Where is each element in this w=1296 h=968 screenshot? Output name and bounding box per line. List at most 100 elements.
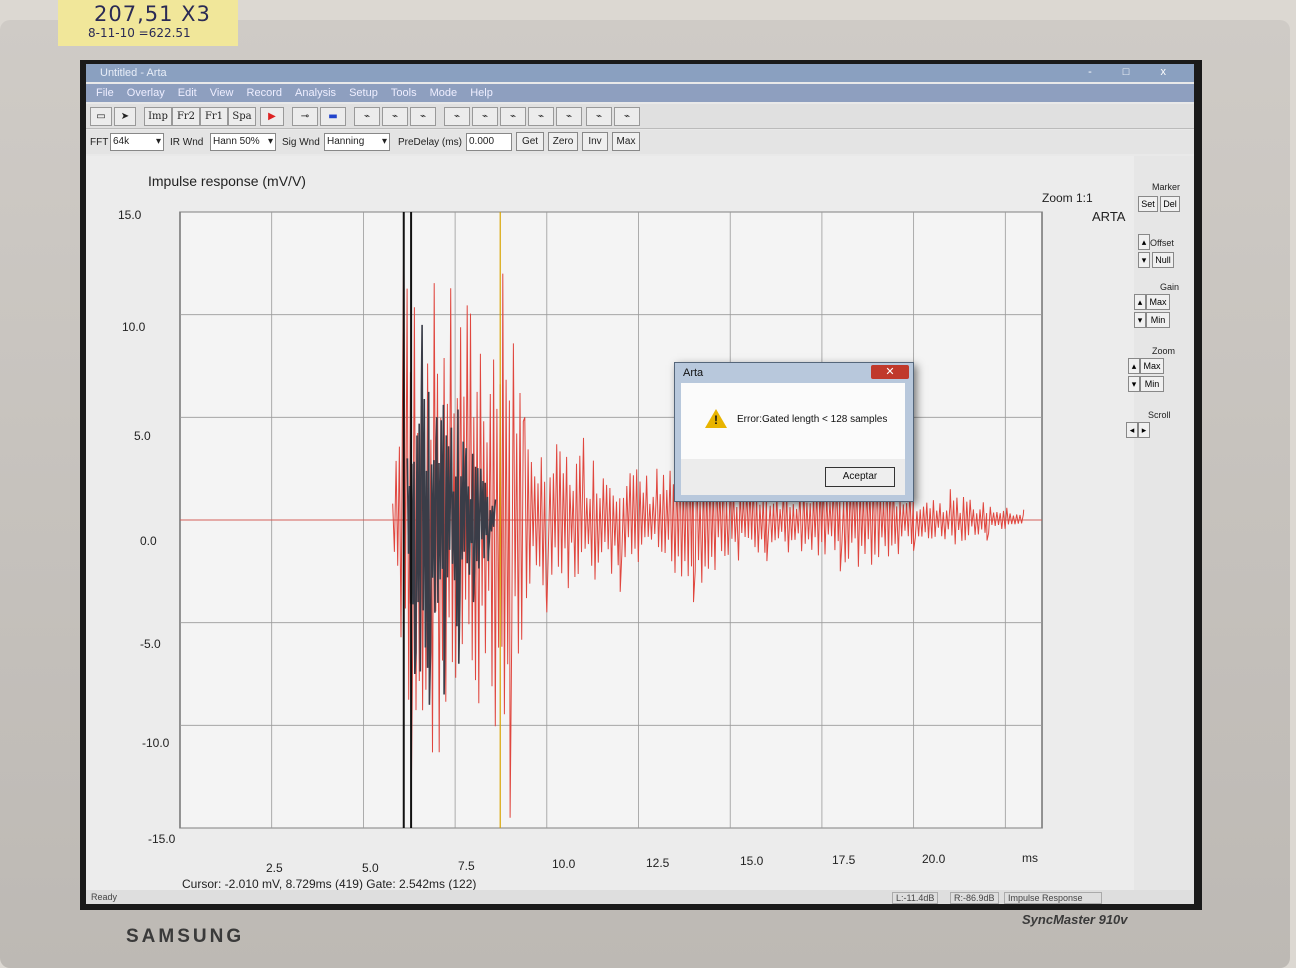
bb-icon[interactable]: ⌁	[556, 107, 582, 126]
offset-up-button[interactable]: ▴	[1138, 234, 1150, 250]
rev-icon[interactable]: ⌁	[500, 107, 526, 126]
side-panel: Marker Set Del ▴ Offset ▾ Null Gain ▴ Ma…	[1126, 156, 1194, 904]
open-icon[interactable]: ▭	[90, 107, 112, 126]
menu-file[interactable]: File	[96, 87, 114, 99]
chevron-down-icon: ▾	[381, 136, 387, 147]
y-tick-label: -5.0	[140, 637, 161, 651]
zero-button[interactable]: Zero	[548, 132, 578, 151]
impulse-chart[interactable]	[86, 156, 1134, 904]
generator-icon[interactable]: ⊸	[292, 107, 318, 126]
status-bar: Ready L:-11.4dB R:-86.9dB Impulse Respon…	[86, 890, 1194, 904]
imp-button[interactable]: Imp	[144, 107, 172, 126]
menu-record[interactable]: Record	[247, 87, 282, 99]
pointer-icon[interactable]: ➤	[114, 107, 136, 126]
inv-button[interactable]: Inv	[582, 132, 608, 151]
y-tick-label: 10.0	[122, 320, 146, 334]
x-tick-label: 5.0	[362, 861, 379, 875]
step-icon[interactable]: ⌁	[444, 107, 470, 126]
gain-min-button[interactable]: Min	[1146, 312, 1170, 328]
gain-up-button[interactable]: ▴	[1134, 294, 1146, 310]
status-mode: Impulse Response	[1004, 892, 1102, 904]
predelay-input[interactable]: 0.000	[466, 133, 512, 151]
marker-label: Marker	[1152, 182, 1181, 192]
x-tick-label: 20.0	[922, 852, 946, 866]
dialog-title: Arta	[683, 367, 704, 379]
menu-help[interactable]: Help	[470, 87, 493, 99]
y-tick-label: 0.0	[140, 534, 157, 548]
menu-setup[interactable]: Setup	[349, 87, 378, 99]
y-tick-label: 15.0	[118, 208, 142, 222]
get-button[interactable]: Get	[516, 132, 544, 151]
fft-value: 64k	[113, 136, 130, 147]
gain-down-button[interactable]: ▾	[1134, 312, 1146, 328]
sticky-note: 207,51 X3 8-11-10 =622.51	[58, 0, 238, 46]
sig-wnd-select[interactable]: Hanning ▾	[324, 133, 390, 151]
monitor-brand: SAMSUNG	[126, 926, 245, 947]
aceptar-button[interactable]: Aceptar	[825, 467, 895, 487]
marker-set-button[interactable]: Set	[1138, 196, 1158, 212]
plot-icon-2[interactable]: ⌁	[382, 107, 408, 126]
psti-icon[interactable]: ⌁	[614, 107, 640, 126]
status-left-level: L:-11.4dB	[892, 892, 939, 904]
status-ready: Ready	[91, 892, 118, 902]
plot-icon-3[interactable]: ⌁	[410, 107, 436, 126]
scroll-label: Scroll	[1148, 410, 1171, 420]
chevron-down-icon: ▾	[155, 136, 161, 147]
meter-icon[interactable]: ▬	[320, 107, 346, 126]
x-tick-label: 10.0	[552, 857, 576, 871]
scroll-right-button[interactable]: ▸	[1138, 422, 1150, 438]
zoom-down-button[interactable]: ▾	[1128, 376, 1140, 392]
zoom-up-button[interactable]: ▴	[1128, 358, 1140, 374]
predelay-label: PreDelay (ms)	[398, 137, 462, 148]
error-dialog: Arta ✕ ! Error:Gated length < 128 sample…	[674, 362, 914, 502]
menu-tools[interactable]: Tools	[391, 87, 417, 99]
sti-icon[interactable]: ⌁	[586, 107, 612, 126]
menu-bar: File Overlay Edit View Record Analysis S…	[86, 84, 1194, 102]
menu-view[interactable]: View	[210, 87, 234, 99]
fr2-button[interactable]: Fr2	[172, 107, 200, 126]
etc-icon[interactable]: ⌁	[472, 107, 498, 126]
menu-edit[interactable]: Edit	[178, 87, 197, 99]
x-tick-label: 17.5	[832, 853, 856, 867]
x-tick-label: 2.5	[266, 861, 283, 875]
y-tick-label: 5.0	[134, 429, 151, 443]
sig-wnd-value: Hanning	[327, 136, 365, 147]
x-unit-label: ms	[1022, 851, 1038, 865]
gain-max-button[interactable]: Max	[1146, 294, 1170, 310]
window-controls[interactable]: - □ x	[1088, 66, 1180, 78]
zoom-min-button[interactable]: Min	[1140, 376, 1164, 392]
cursor-readout: Cursor: -2.010 mV, 8.729ms (419) Gate: 2…	[182, 877, 477, 891]
arta-window: Untitled - Arta - □ x File Overlay Edit …	[86, 64, 1194, 904]
dialog-body: ! Error:Gated length < 128 samples	[681, 383, 905, 459]
warning-mark: !	[714, 413, 718, 427]
csd-icon[interactable]: ⌁	[528, 107, 554, 126]
options-bar: FFT 64k ▾ IR Wnd Hann 50% ▾ Sig Wnd Hann…	[86, 130, 1194, 154]
title-bar: Untitled - Arta - □ x	[86, 64, 1194, 82]
menu-mode[interactable]: Mode	[430, 87, 458, 99]
null-button[interactable]: Null	[1152, 252, 1174, 268]
menu-overlay[interactable]: Overlay	[127, 87, 165, 99]
x-tick-label: 15.0	[740, 854, 764, 868]
menu-analysis[interactable]: Analysis	[295, 87, 336, 99]
chevron-down-icon: ▾	[267, 136, 273, 147]
toolbar: ▭ ➤ Imp Fr2 Fr1 Spa ▶ ⊸ ▬ ⌁ ⌁ ⌁ ⌁ ⌁ ⌁ ⌁ …	[86, 104, 1194, 129]
scroll-left-button[interactable]: ◂	[1126, 422, 1138, 438]
max-button[interactable]: Max	[612, 132, 640, 151]
record-icon[interactable]: ▶	[260, 107, 284, 126]
close-icon[interactable]: ✕	[871, 365, 909, 379]
offset-label: Offset	[1150, 238, 1174, 248]
y-tick-label: -15.0	[148, 832, 176, 846]
x-tick-label: 7.5	[458, 859, 475, 873]
dialog-message: Error:Gated length < 128 samples	[737, 414, 888, 425]
marker-del-button[interactable]: Del	[1160, 196, 1180, 212]
fr1-button[interactable]: Fr1	[200, 107, 228, 126]
zoom-max-button[interactable]: Max	[1140, 358, 1164, 374]
ir-wnd-select[interactable]: Hann 50% ▾	[210, 133, 276, 151]
fft-select[interactable]: 64k ▾	[110, 133, 164, 151]
plot-icon-1[interactable]: ⌁	[354, 107, 380, 126]
window-title: Untitled - Arta	[100, 67, 167, 79]
sig-wnd-label: Sig Wnd	[282, 137, 320, 148]
offset-down-button[interactable]: ▾	[1138, 252, 1150, 268]
spa-button[interactable]: Spa	[228, 107, 256, 126]
status-right-level: R:-86.9dB	[950, 892, 999, 904]
